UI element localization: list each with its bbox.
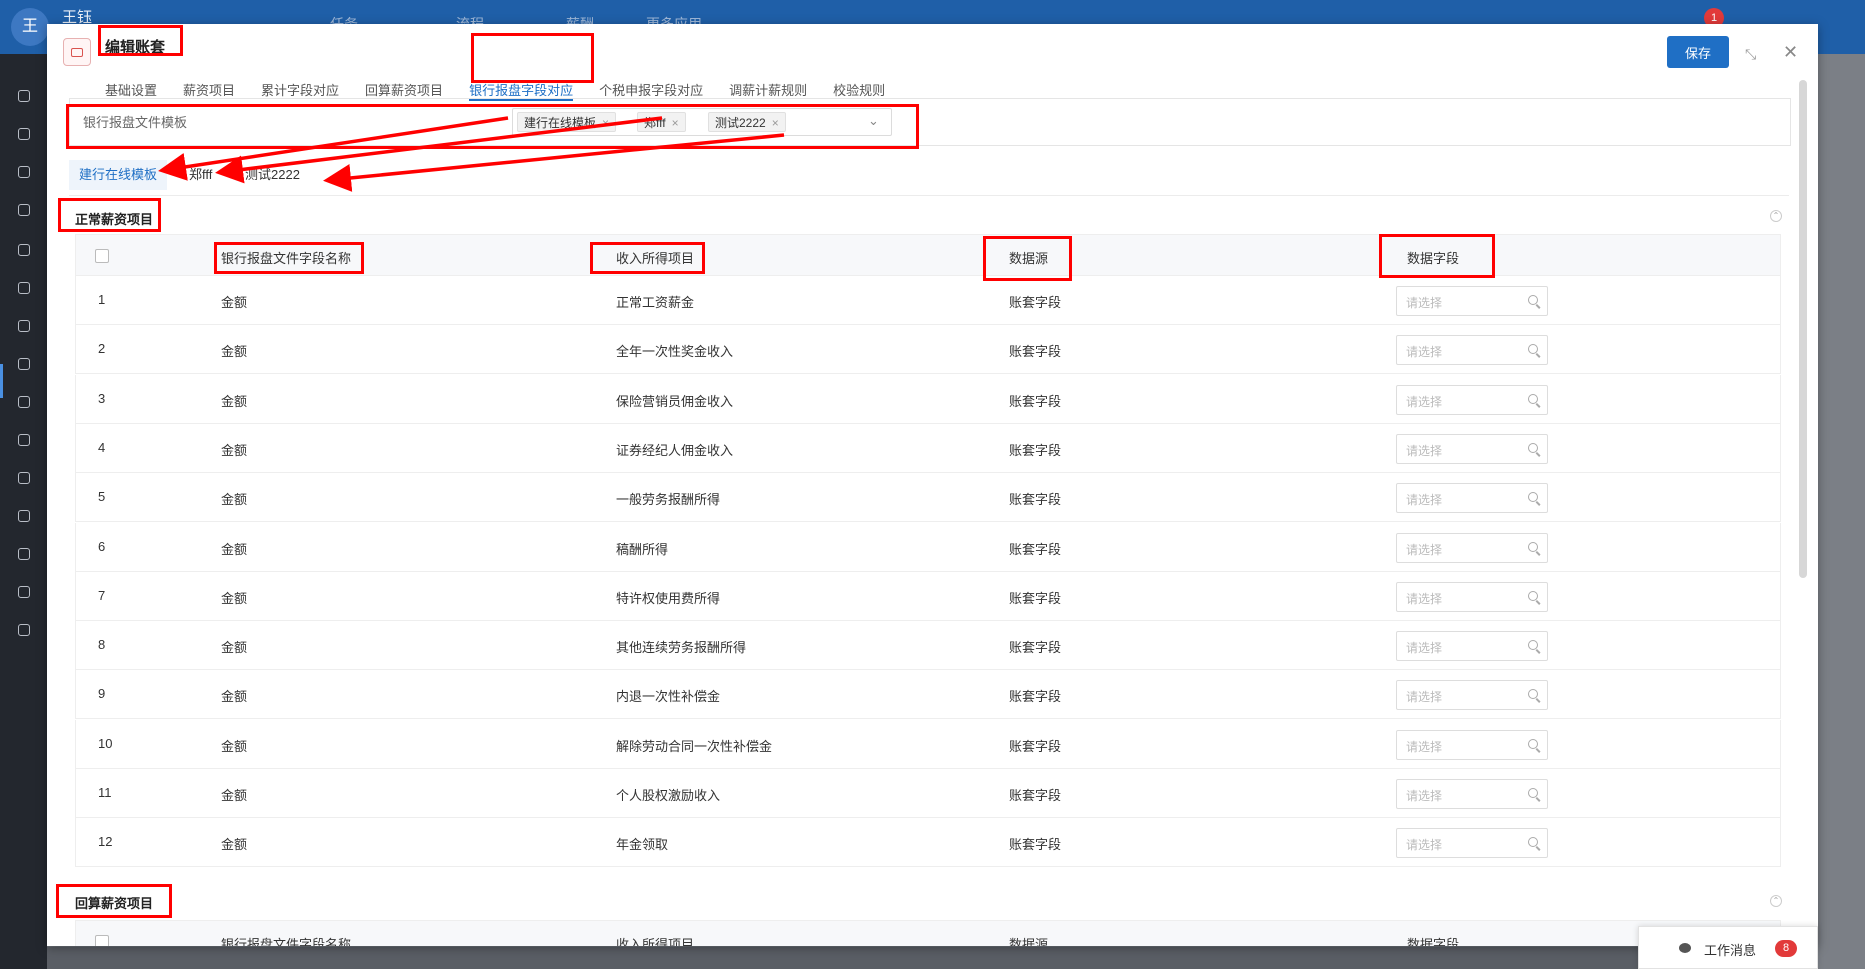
annotation-arrow [323,133,785,192]
chat-icon [1679,943,1691,953]
annotation-arrow [215,116,663,184]
work-message-count: 8 [1775,940,1797,957]
work-message-widget[interactable]: 工作消息 8 [1638,926,1818,969]
annotation-arrows [158,116,785,192]
work-message-label: 工作消息 [1704,943,1757,958]
